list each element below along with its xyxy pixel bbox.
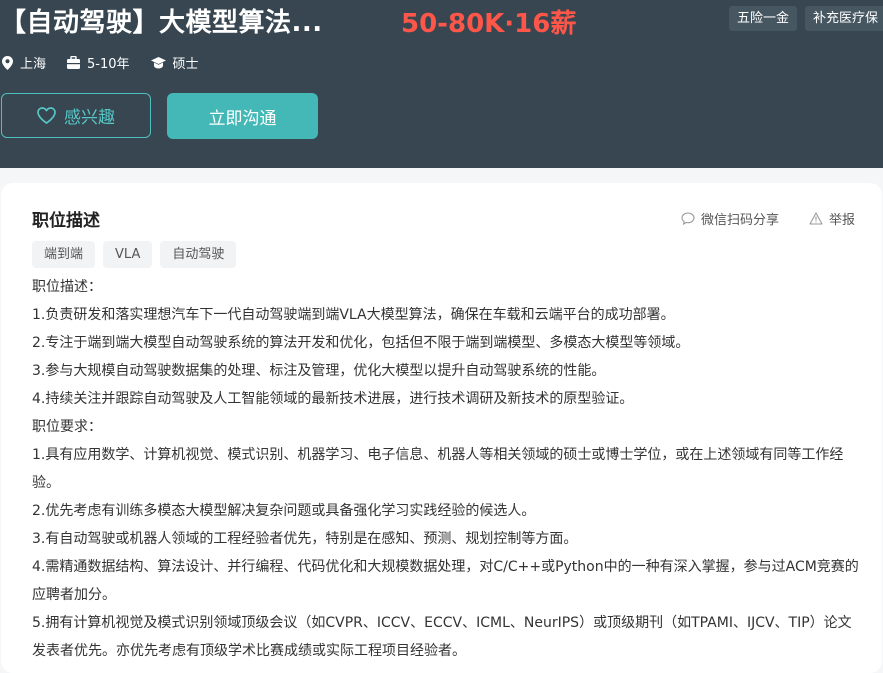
benefit-tag: 五险一金 <box>729 6 798 31</box>
chat-bubble-icon <box>681 212 695 225</box>
description-line: 1.负责研发和落实理想汽车下一代自动驾驶端到端VLA大模型算法，确保在车载和云端… <box>32 307 675 323</box>
chat-now-button[interactable]: 立即沟通 <box>167 93 318 139</box>
description-line: 4.持续关注并跟踪自动驾驶及人工智能领域的最新技术进展，进行技术调研及新技术的原… <box>32 391 634 407</box>
interest-button[interactable]: 感兴趣 <box>1 93 151 138</box>
job-title: 【自动驾驶】大模型算法... <box>0 8 323 38</box>
skill-tag: VLA <box>103 241 153 268</box>
job-description-text: 职位描述： 1.负责研发和落实理想汽车下一代自动驾驶端到端VLA大模型算法，确保… <box>32 273 862 665</box>
report-label: 举报 <box>828 213 855 228</box>
section-title: 职位描述 <box>32 211 100 231</box>
description-line: 3.参与大规模自动驾驶数据集的处理、标注及管理，优化大模型以提升自动驾驶系统的性… <box>32 363 606 379</box>
location-pin-icon <box>2 55 13 70</box>
description-line: 2.优先考虑有训练多模态大模型解决复杂问题或具备强化学习实践经验的候选人。 <box>32 503 536 519</box>
description-line: 职位要求： <box>32 419 102 435</box>
wechat-share-button[interactable]: 微信扫码分享 <box>681 209 779 228</box>
job-meta: 上海 5-10年 硕士 <box>2 53 220 72</box>
skill-tag: 端到端 <box>32 241 96 268</box>
job-header: 【自动驾驶】大模型算法... 50-80K·16薪 五险一金 补充医疗保 上海 … <box>0 0 883 168</box>
description-line: 1.具有应用数学、计算机视觉、模式识别、机器学习、电子信息、机器人等相关领域的硕… <box>32 447 844 491</box>
description-line: 3.有自动驾驶或机器人领域的工程经验者优先，特别是在感知、预测、规划控制等方面。 <box>32 531 578 547</box>
city-label: 上海 <box>20 57 47 72</box>
graduation-cap-icon <box>150 56 166 68</box>
warning-icon <box>809 212 823 225</box>
skill-tag: 自动驾驶 <box>160 241 237 268</box>
education-label: 硕士 <box>172 57 199 72</box>
salary: 50-80K·16薪 <box>401 9 577 39</box>
description-line: 职位描述： <box>32 279 102 295</box>
benefit-tags: 五险一金 补充医疗保 <box>729 6 883 31</box>
meta-education: 硕士 <box>150 53 199 72</box>
share-label: 微信扫码分享 <box>700 213 779 228</box>
job-description-card: 职位描述 微信扫码分享 举报 端到端 VLA 自动驾驶 职位描述： 1.负责研发… <box>1 183 882 673</box>
briefcase-icon <box>67 56 81 69</box>
meta-experience: 5-10年 <box>67 53 130 72</box>
card-actions: 微信扫码分享 举报 <box>651 209 855 228</box>
description-line: 4.需精通数据结构、算法设计、并行编程、代码优化和大规模数据处理，对C/C++或… <box>32 559 859 603</box>
skill-tags: 端到端 VLA 自动驾驶 <box>32 241 237 268</box>
benefit-tag: 补充医疗保 <box>805 6 883 31</box>
description-line: 5.拥有计算机视觉及模式识别领域顶级会议（如CVPR、ICCV、ECCV、ICM… <box>32 615 852 659</box>
report-button[interactable]: 举报 <box>809 209 855 228</box>
experience-label: 5-10年 <box>87 57 130 72</box>
meta-city: 上海 <box>2 53 46 72</box>
interest-label: 感兴趣 <box>64 108 115 128</box>
heart-icon <box>37 107 56 124</box>
description-line: 2.专注于端到端大模型自动驾驶系统的算法开发和优化，包括但不限于端到端模型、多模… <box>32 335 690 351</box>
